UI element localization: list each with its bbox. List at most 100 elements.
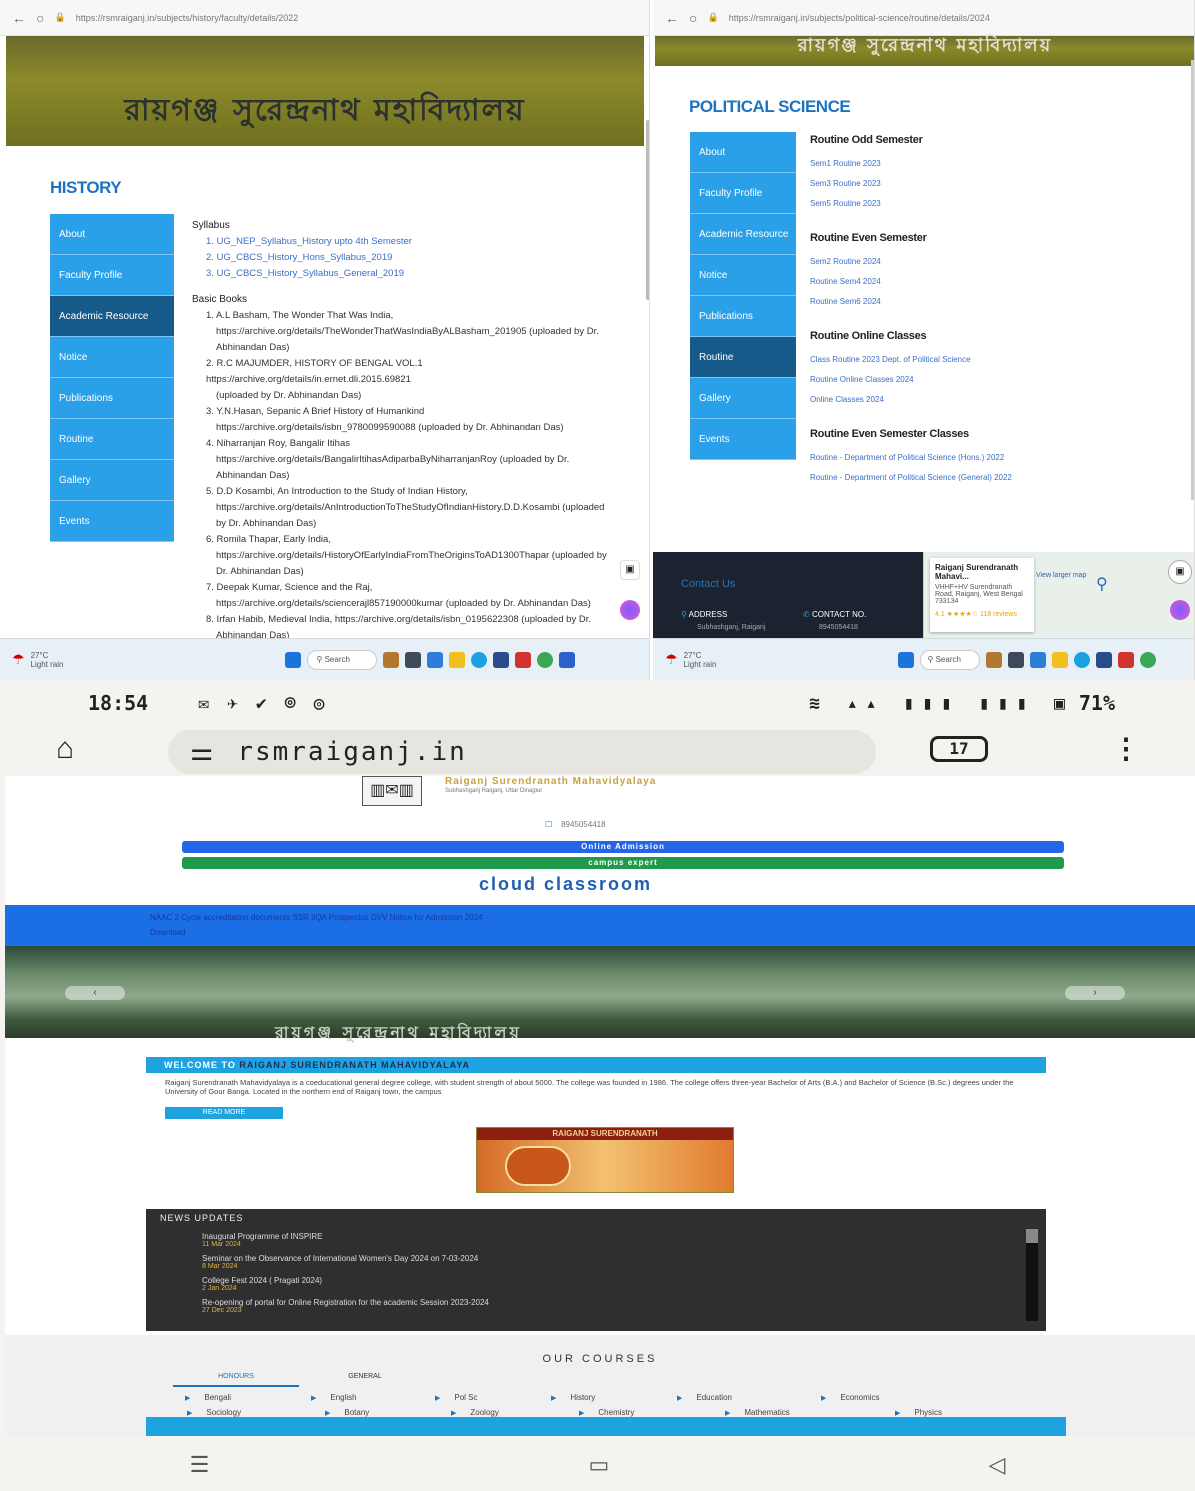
course-link[interactable]: Mathematics (725, 1408, 789, 1417)
scrollbar[interactable] (646, 120, 649, 300)
edge-icon[interactable] (471, 651, 488, 668)
weather-widget[interactable]: 27°C Light rain (684, 651, 717, 669)
sidemenu-item-notice[interactable]: Notice (50, 337, 174, 378)
news-item[interactable]: Seminar on the Observance of Internation… (202, 1255, 478, 1271)
app-icon[interactable] (405, 651, 422, 668)
windows-start-icon[interactable] (285, 651, 302, 668)
routine-link[interactable]: Sem5 Routine 2023 (810, 194, 1170, 214)
windows-start-icon[interactable] (898, 651, 915, 668)
sidemenu-item-faculty-profile[interactable]: Faculty Profile (50, 255, 174, 296)
routine-link[interactable]: Routine - Department of Political Scienc… (810, 448, 1170, 468)
routine-link[interactable]: Sem1 Routine 2023 (810, 154, 1170, 174)
sidemenu-item-events[interactable]: Events (50, 501, 174, 542)
hero-carousel[interactable]: ‹ › রায়গঞ্জ সুরেন্দ্রনাথ মহাবিদ্যালয় (5, 946, 1195, 1042)
weather-widget[interactable]: ☂ (12, 652, 25, 666)
course-link[interactable]: Sociology (187, 1408, 241, 1417)
sidemenu-item-publications[interactable]: Publications (690, 296, 796, 337)
app-icon[interactable] (383, 651, 400, 668)
recent-apps-icon[interactable]: ☰ (190, 1452, 210, 1478)
sidemenu-item-publications[interactable]: Publications (50, 378, 174, 419)
routine-link[interactable]: Sem3 Routine 2023 (810, 174, 1170, 194)
campus-expert-button[interactable]: campus expert (182, 857, 1064, 869)
sidemenu-item-about[interactable]: About (50, 214, 174, 255)
news-ticker[interactable]: NAAC 2 Cycle accreditation documents SSR… (5, 905, 1195, 946)
sidemenu-item-gallery[interactable]: Gallery (50, 460, 174, 501)
scrollbar[interactable] (1191, 60, 1194, 500)
sidebar-tool-icon[interactable]: ▣ (620, 560, 640, 580)
routine-link[interactable]: Sem2 Routine 2024 (810, 252, 1170, 272)
taskbar-search[interactable]: ⚲ Search (920, 649, 981, 670)
routine-link[interactable]: Online Classes 2024 (810, 390, 1170, 410)
folder-icon[interactable] (1052, 651, 1069, 668)
google-map-embed[interactable]: Raiganj Surendranath Mahavi... VHHF+HV S… (923, 552, 1194, 638)
sidemenu-item-routine[interactable]: Routine (50, 419, 174, 460)
copilot-icon[interactable] (1170, 600, 1190, 620)
back-button-icon[interactable]: ◁ (988, 1452, 1005, 1478)
sidemenu-item-about[interactable]: About (690, 132, 796, 173)
app-icon[interactable] (1008, 651, 1025, 668)
map-larger-link[interactable]: View larger map (1036, 572, 1086, 579)
routine-link[interactable]: Routine Sem4 2024 (810, 272, 1170, 292)
copilot-icon[interactable] (620, 600, 640, 620)
app-icon[interactable] (427, 651, 444, 668)
news-item[interactable]: Re-opening of portal for Online Registra… (202, 1299, 489, 1315)
news-item-title[interactable]: Re-opening of portal for Online Registra… (202, 1299, 489, 1307)
url-text[interactable]: https://rsmraiganj.in/subjects/history/f… (76, 13, 299, 23)
course-link[interactable]: History (551, 1393, 595, 1402)
online-admission-button[interactable]: Online Admission (182, 841, 1064, 853)
sidemenu-item-routine[interactable]: Routine (690, 337, 796, 378)
sidemenu-item-gallery[interactable]: Gallery (690, 378, 796, 419)
site-settings-icon[interactable]: ⚌ (190, 737, 215, 767)
course-link[interactable]: English (311, 1393, 356, 1402)
address-bar[interactable]: ← ○ 🔒 https://rsmraiganj.in/subjects/his… (0, 0, 649, 36)
app-icon[interactable] (1118, 651, 1135, 668)
app-icon[interactable] (493, 651, 510, 668)
syllabus-link[interactable]: 3. UG_CBCS_History_Syllabus_General_2019 (192, 266, 622, 282)
tab-general[interactable]: GENERAL (315, 1373, 415, 1387)
promo-image[interactable]: RAIGANJ SURENDRANATH (476, 1127, 734, 1193)
sidebar-tool-icon[interactable]: ▣ (1168, 560, 1192, 584)
app-icon[interactable] (1030, 651, 1047, 668)
chrome-icon[interactable] (1140, 651, 1157, 668)
tab-count-button[interactable]: 17 (930, 736, 988, 762)
sidemenu-item-events[interactable]: Events (690, 419, 796, 460)
course-link[interactable]: Pol Sc (435, 1393, 477, 1402)
news-item-title[interactable]: College Fest 2024 ( Pragati 2024) (202, 1277, 322, 1285)
carousel-prev-icon[interactable]: ‹ (65, 986, 125, 1000)
app-icon[interactable] (515, 651, 532, 668)
syllabus-link[interactable]: 1. UG_NEP_Syllabus_History upto 4th Seme… (192, 234, 622, 250)
phone-address-bar[interactable]: ⚌ rsmraiganj.in (168, 730, 876, 774)
chrome-icon[interactable] (537, 651, 554, 668)
routine-link[interactable]: Routine Sem6 2024 (810, 292, 1170, 312)
course-link[interactable]: Education (677, 1393, 732, 1402)
course-link[interactable]: Bengali (185, 1393, 231, 1402)
routine-link[interactable]: Class Routine 2023 Dept. of Political Sc… (810, 350, 1170, 370)
course-link[interactable]: Economics (821, 1393, 879, 1402)
taskbar-search[interactable]: ⚲ Search (307, 649, 378, 670)
news-item-title[interactable]: Inaugural Programme of INSPIRE (202, 1233, 323, 1241)
refresh-icon[interactable]: ○ (689, 10, 697, 26)
app-icon[interactable] (986, 651, 1003, 668)
routine-link[interactable]: Routine - Department of Political Scienc… (810, 468, 1170, 488)
back-icon[interactable]: ← (12, 10, 26, 26)
edge-icon[interactable] (1074, 651, 1091, 668)
sidemenu-item-notice[interactable]: Notice (690, 255, 796, 296)
sidemenu-item-faculty-profile[interactable]: Faculty Profile (690, 173, 796, 214)
folder-icon[interactable] (449, 651, 466, 668)
menu-dots-icon[interactable]: ⋮ (1112, 732, 1140, 765)
sidemenu-item-academic-resource[interactable]: Academic Resource (690, 214, 796, 255)
news-scrollbar[interactable] (1026, 1229, 1038, 1321)
tab-honours[interactable]: HONOURS (173, 1373, 299, 1387)
refresh-icon[interactable]: ○ (36, 10, 44, 26)
course-link[interactable]: Chemistry (579, 1408, 634, 1417)
cloud-classroom-logo[interactable]: cloud classroom (479, 874, 652, 895)
course-link[interactable]: Physics (895, 1408, 942, 1417)
phone-contact[interactable]: ☐ 8945054418 (545, 820, 606, 829)
back-icon[interactable]: ← (665, 10, 679, 26)
syllabus-link[interactable]: 2. UG_CBCS_History_Hons_Syllabus_2019 (192, 250, 622, 266)
app-icon[interactable] (1096, 651, 1113, 668)
course-link[interactable]: Botany (325, 1408, 369, 1417)
news-item[interactable]: College Fest 2024 ( Pragati 2024) 2 Jan 2… (202, 1277, 322, 1293)
home-button-icon[interactable]: ▭ (588, 1452, 609, 1478)
home-icon[interactable]: ⌂ (56, 732, 74, 766)
